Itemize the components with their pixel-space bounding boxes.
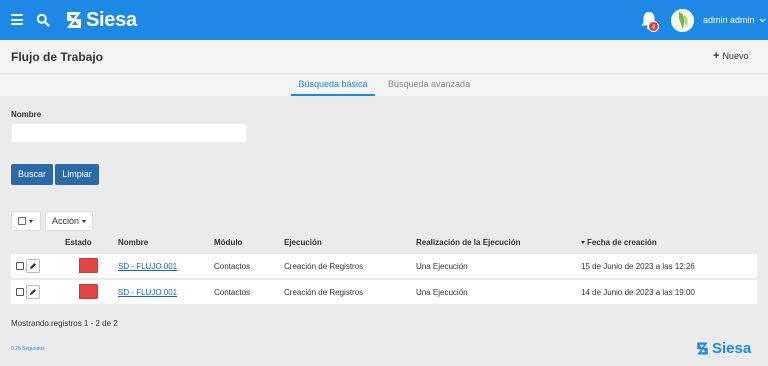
tab-basic-search[interactable]: Búsqueda básica — [291, 79, 375, 96]
page-header: Flujo de Trabajo + Nuevo — [0, 40, 768, 74]
column-header-estado[interactable]: Estado — [65, 238, 92, 247]
avatar[interactable] — [671, 9, 694, 32]
sort-desc-icon — [581, 241, 585, 245]
search-icon[interactable] — [36, 13, 50, 27]
user-name: admin admin — [703, 15, 755, 25]
status-toggle[interactable] — [76, 284, 98, 299]
caret-down-icon — [82, 219, 87, 223]
new-button[interactable]: + Nuevo — [713, 49, 749, 62]
nombre-label: Nombre — [11, 110, 42, 119]
realizacion-cell: Una Ejecución — [416, 262, 468, 271]
avatar-image — [671, 9, 694, 32]
new-button-label: Nuevo — [722, 51, 749, 61]
modulo-cell: Contactos — [214, 288, 251, 297]
column-header-fecha-label: Fecha de creación — [587, 238, 657, 247]
caret-down-icon — [29, 219, 33, 223]
siesa-logo-icon — [67, 12, 81, 28]
row-checkbox[interactable] — [16, 288, 24, 296]
brand-name: Siesa — [86, 8, 137, 31]
records-count: Mostrando registros 1 - 2 de 2 — [11, 319, 118, 328]
limpiar-button[interactable]: Limpiar — [55, 164, 99, 185]
menu-icon[interactable] — [11, 14, 23, 25]
modulo-cell: Contactos — [214, 262, 251, 271]
row-checkbox[interactable] — [16, 262, 24, 270]
accion-label: Acción — [52, 216, 80, 226]
siesa-logo-icon — [697, 342, 708, 354]
accion-dropdown[interactable]: Acción — [45, 211, 93, 231]
edit-button[interactable] — [26, 259, 40, 273]
column-header-fecha[interactable]: Fecha de creación — [581, 238, 657, 247]
column-header-realizacion[interactable]: Realización de la Ejecución — [416, 238, 520, 247]
top-bar: Siesa 4 admin admin — [0, 0, 768, 40]
column-header-ejecucion[interactable]: Ejecución — [284, 238, 322, 247]
flow-name-link[interactable]: SD - FLUJO 001 — [118, 288, 177, 297]
siesa-logo[interactable]: Siesa — [64, 9, 137, 31]
fecha-cell: 15 de Junio de 2023 a las 12:26 — [581, 262, 695, 271]
fecha-cell: 14 de Junio de 2023 a las 19:00 — [581, 288, 695, 297]
page-title: Flujo de Trabajo — [11, 50, 104, 64]
footer-brand-name: Siesa — [712, 339, 752, 357]
ejecucion-cell: Creación de Registros — [284, 262, 364, 271]
buscar-button[interactable]: Buscar — [11, 164, 53, 185]
plus-icon: + — [713, 49, 720, 62]
column-header-nombre[interactable]: Nombre — [118, 238, 148, 247]
nombre-input[interactable] — [11, 123, 247, 143]
search-tabs: Búsqueda básica Búsqueda avanzada — [0, 75, 768, 96]
select-all-dropdown[interactable] — [11, 211, 41, 231]
load-time: 0.26 Segundos — [11, 346, 45, 352]
pencil-icon — [30, 289, 36, 295]
table-row: SD - FLUJO 001 Contactos Creación de Reg… — [11, 254, 757, 278]
notification-badge: 4 — [648, 21, 659, 32]
chevron-down-icon — [759, 18, 766, 23]
select-all-checkbox[interactable] — [18, 217, 26, 225]
ejecucion-cell: Creación de Registros — [284, 288, 364, 297]
footer-siesa-logo: Siesa — [695, 339, 752, 357]
edit-button[interactable] — [26, 285, 40, 299]
flow-name-link[interactable]: SD - FLUJO 001 — [118, 262, 177, 271]
table-row: SD - FLUJO 001 Contactos Creación de Reg… — [11, 280, 757, 304]
user-menu[interactable]: admin admin — [703, 15, 766, 25]
realizacion-cell: Una Ejecución — [416, 288, 468, 297]
column-header-modulo[interactable]: Módulo — [214, 238, 242, 247]
pencil-icon — [30, 263, 36, 269]
status-toggle[interactable] — [76, 258, 98, 273]
tab-advanced-search[interactable]: Búsqueda avanzada — [388, 79, 470, 89]
